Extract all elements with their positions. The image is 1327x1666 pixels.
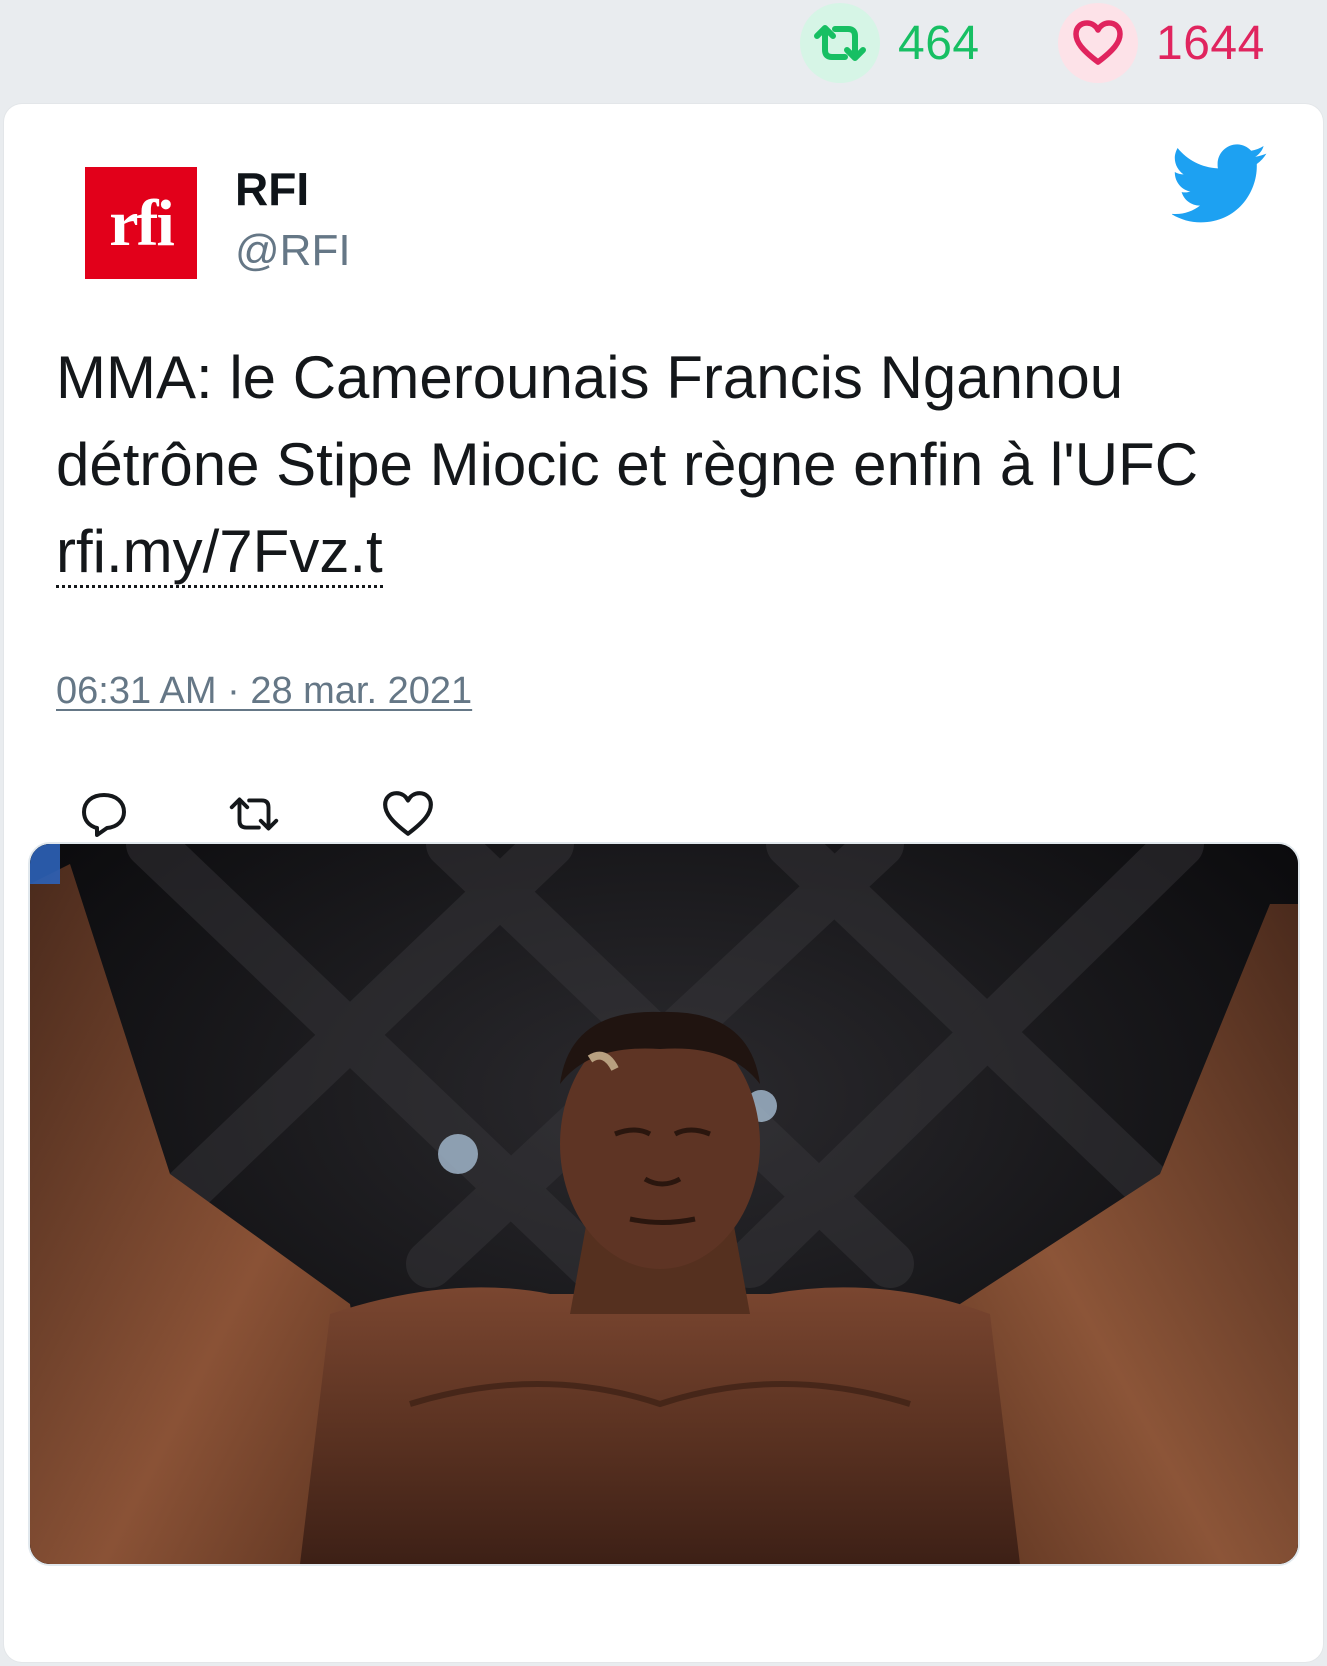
- like-stat[interactable]: 1644: [1058, 3, 1265, 83]
- retweet-stat-icon: [800, 3, 880, 83]
- rfi-logo-icon: rfi: [85, 167, 197, 279]
- retweet-button[interactable]: [224, 784, 284, 844]
- author-name[interactable]: RFI: [235, 162, 309, 216]
- twitter-bird-icon[interactable]: [1170, 144, 1268, 224]
- author-handle[interactable]: @RFI: [235, 226, 351, 276]
- avatar-logo-text: rfi: [109, 187, 174, 260]
- reply-button[interactable]: [74, 784, 134, 844]
- fighter-photo: [30, 844, 1298, 1564]
- retweet-icon: [229, 797, 279, 831]
- like-button[interactable]: [378, 784, 438, 844]
- retweet-count: 464: [898, 16, 980, 70]
- tweet-media-image[interactable]: [28, 842, 1300, 1566]
- tweet-link[interactable]: rfi.my/7Fvz.t: [56, 518, 383, 588]
- engagement-stats: 464 1644: [0, 0, 1327, 100]
- reply-icon: [82, 793, 126, 837]
- tweet-body: MMA: le Camerounais Francis Ngannou détr…: [56, 344, 1199, 498]
- tweet-card: rfi RFI @RFI MMA: le Camerounais Francis…: [4, 104, 1323, 1662]
- heart-icon: [383, 791, 433, 836]
- retweet-stat[interactable]: 464: [800, 3, 980, 83]
- heart-stat-icon: [1058, 3, 1138, 83]
- avatar[interactable]: rfi: [76, 158, 206, 288]
- tweet-timestamp[interactable]: 06:31 AM · 28 mar. 2021: [56, 670, 472, 713]
- like-count: 1644: [1156, 16, 1265, 70]
- tweet-text: MMA: le Camerounais Francis Ngannou détr…: [56, 334, 1286, 595]
